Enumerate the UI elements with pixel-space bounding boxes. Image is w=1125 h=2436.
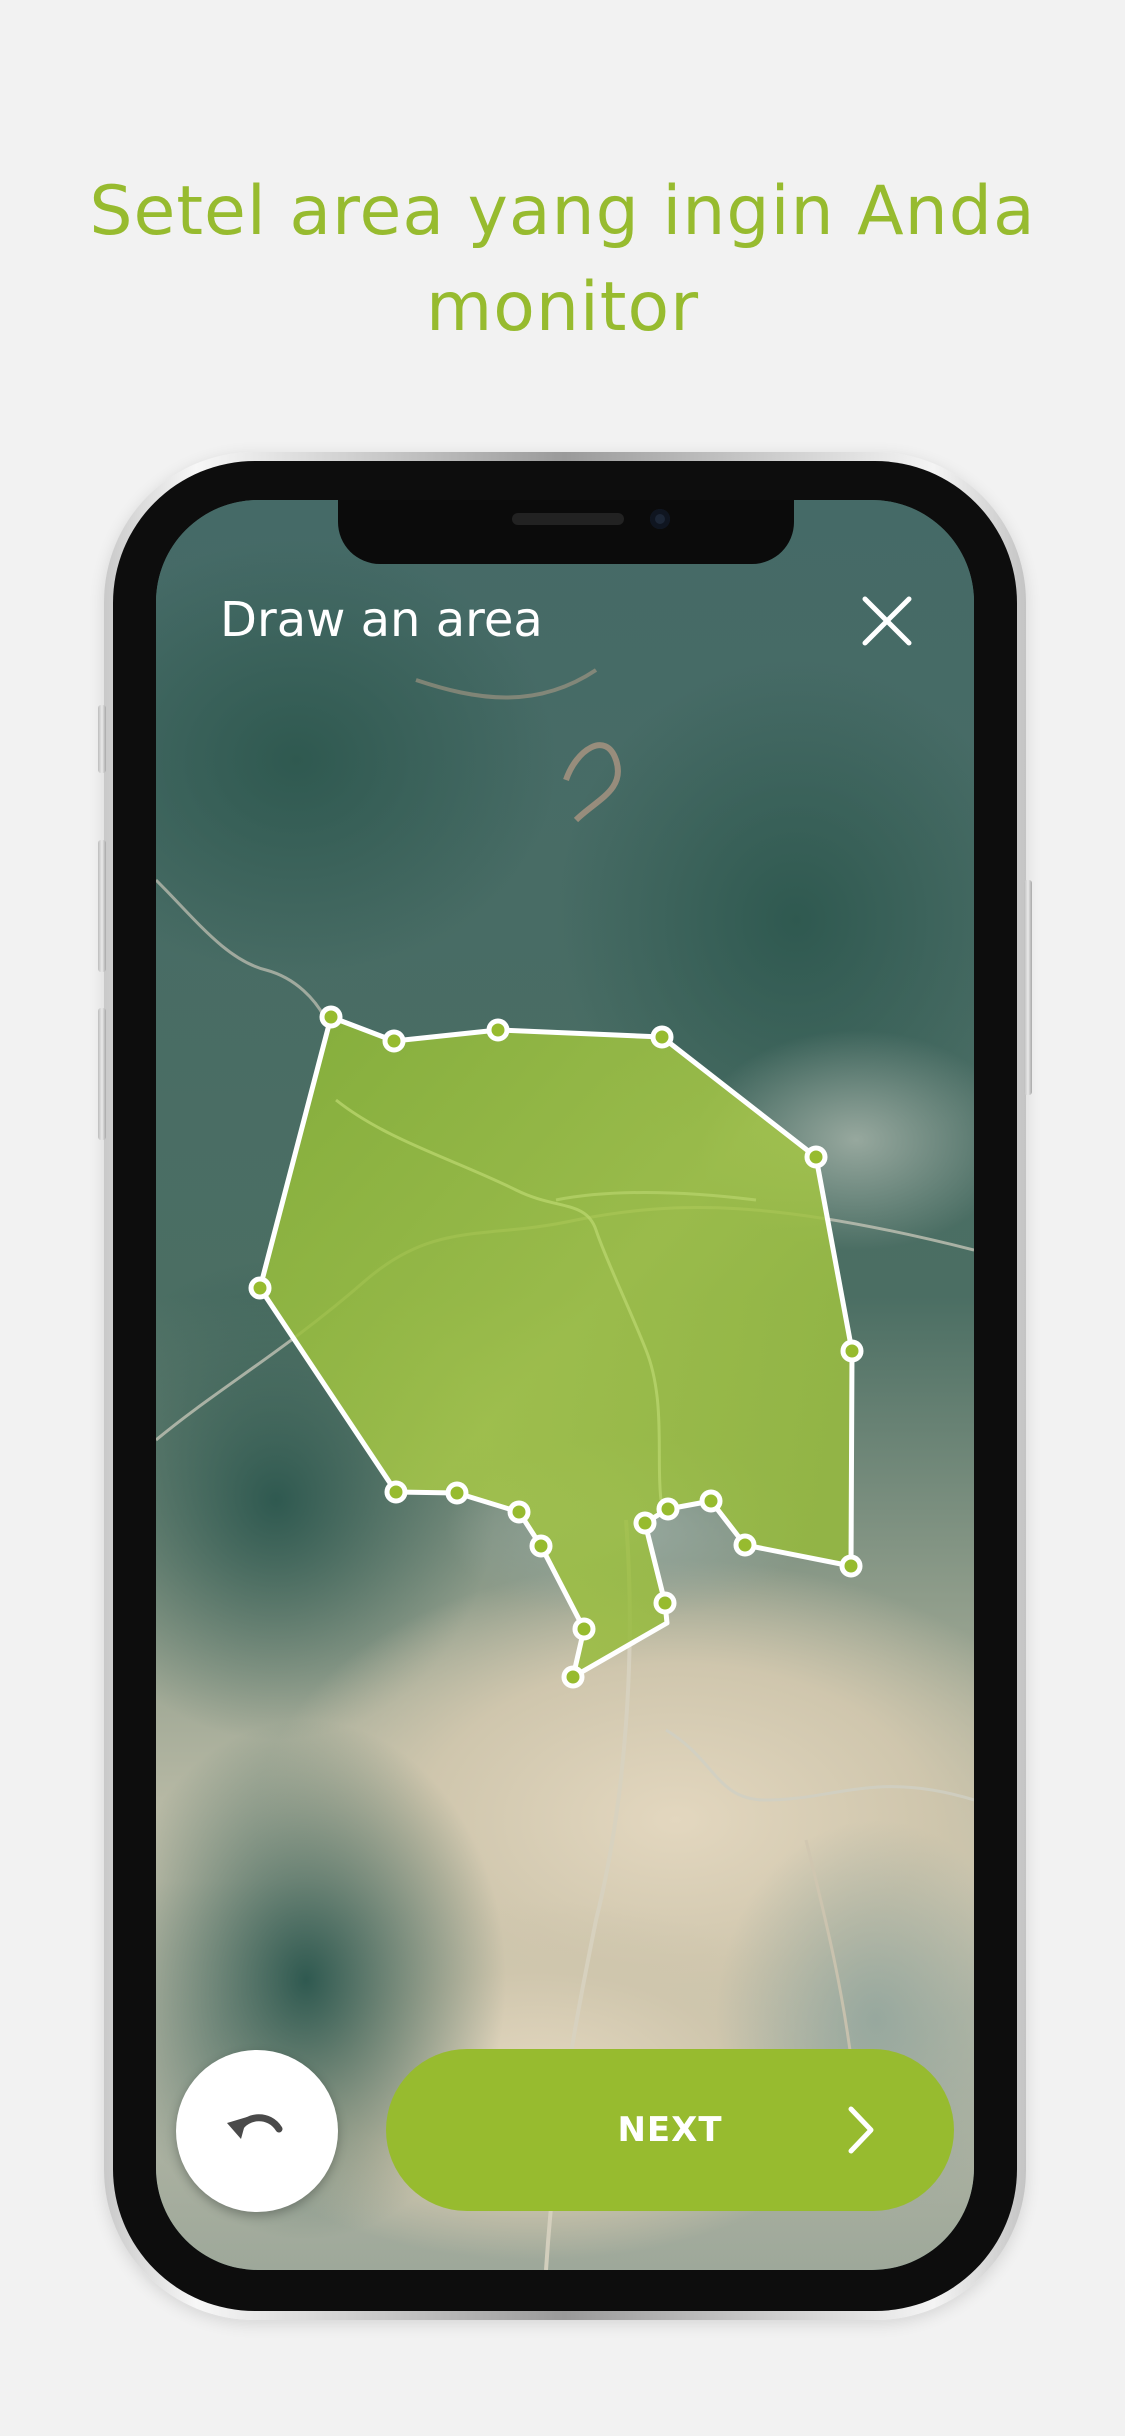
close-button[interactable] xyxy=(858,592,916,650)
phone-volume-up-button xyxy=(98,840,106,972)
phone-side-button xyxy=(98,705,106,773)
chevron-right-icon xyxy=(848,2106,874,2154)
phone-notch xyxy=(338,500,794,564)
phone-screen: Draw an area NEXT xyxy=(156,500,974,2270)
promo-headline: Setel area yang ingin Anda monitor xyxy=(89,171,1036,347)
close-icon xyxy=(862,596,912,646)
phone-volume-down-button xyxy=(98,1008,106,1140)
front-camera xyxy=(650,509,670,529)
screen-title: Draw an area xyxy=(220,592,543,648)
phone-power-button xyxy=(1024,880,1032,1095)
satellite-map[interactable] xyxy=(156,500,974,2270)
undo-button[interactable] xyxy=(176,2050,338,2212)
earpiece-speaker xyxy=(512,513,624,525)
next-button[interactable]: NEXT xyxy=(386,2049,954,2211)
undo-icon xyxy=(227,2114,283,2139)
